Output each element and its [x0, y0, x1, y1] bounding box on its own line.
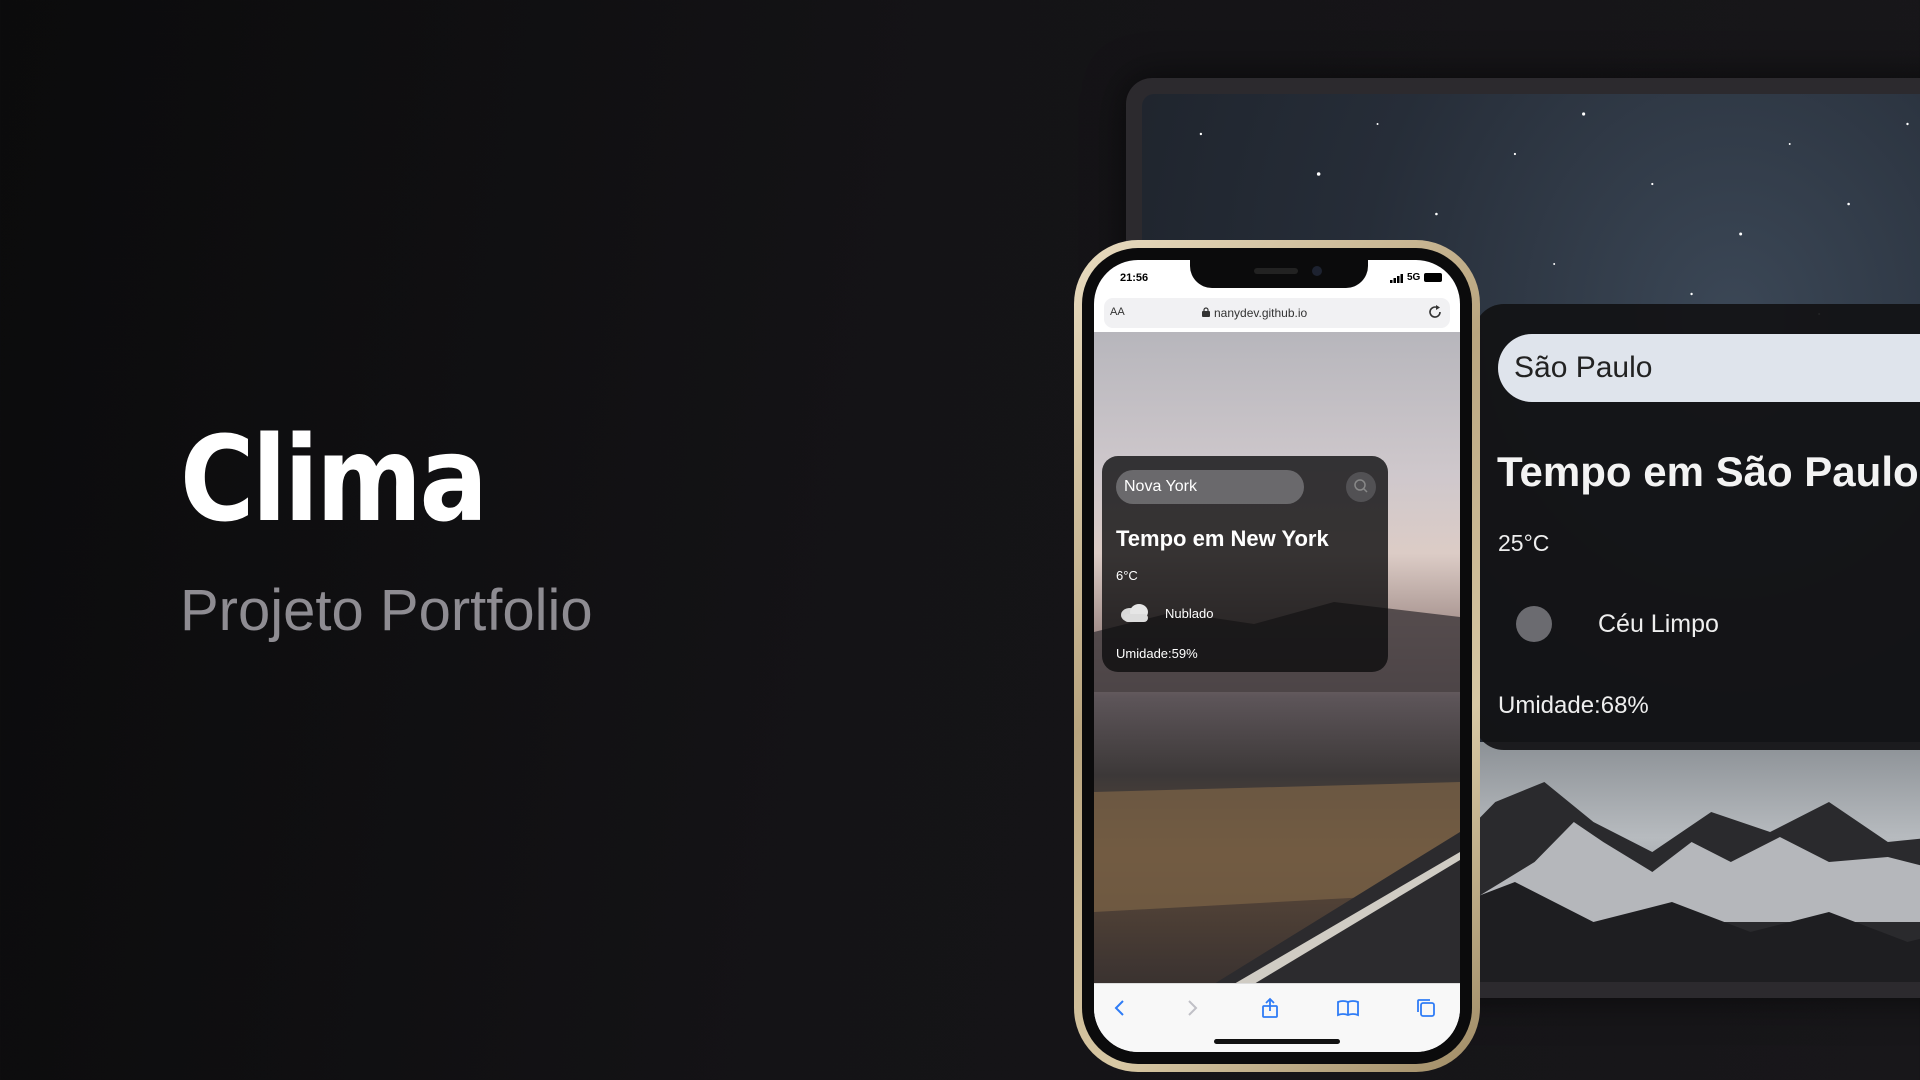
- url-text[interactable]: nanydev.github.io: [1214, 306, 1307, 320]
- phone-humidity: Umidade:59%: [1116, 646, 1198, 661]
- search-button[interactable]: [1346, 472, 1376, 502]
- phone-city-search-input[interactable]: Nova York: [1116, 470, 1304, 504]
- lock-icon: [1202, 307, 1210, 317]
- phone-weather-description: Nublado: [1165, 606, 1214, 621]
- tabs-icon[interactable]: [1414, 996, 1438, 1020]
- search-icon: [1354, 479, 1368, 493]
- desktop-weather-heading: Tempo em São Paulo: [1497, 448, 1919, 495]
- status-time: 21:56: [1120, 272, 1149, 284]
- desktop-temperature: 25°C: [1498, 530, 1550, 556]
- clear-sky-icon: [1516, 606, 1552, 642]
- cloud-icon: [1121, 604, 1148, 622]
- speaker: [1254, 268, 1298, 274]
- phone-screen: 21:56 5G AA nanydev.github.io Nova York …: [1094, 260, 1460, 1052]
- phone-mockup: 21:56 5G AA nanydev.github.io Nova York …: [1074, 240, 1480, 1072]
- network-type: 5G: [1407, 272, 1421, 283]
- desktop-weather-description: Céu Limpo: [1598, 610, 1719, 638]
- home-indicator: [1214, 1039, 1340, 1044]
- phone-temperature: 6°C: [1116, 568, 1138, 583]
- forward-icon[interactable]: [1180, 996, 1204, 1020]
- bookmarks-icon[interactable]: [1336, 996, 1360, 1020]
- signal-icon: [1390, 274, 1403, 283]
- camera: [1312, 266, 1322, 276]
- hero-title: Clima: [180, 410, 488, 548]
- desktop-humidity: Umidade:68%: [1498, 692, 1649, 719]
- text-size-button[interactable]: AA: [1110, 306, 1125, 318]
- phone-weather-heading: Tempo em New York: [1116, 526, 1329, 551]
- battery-icon: [1424, 273, 1442, 282]
- share-icon[interactable]: [1258, 996, 1282, 1020]
- desktop-city-search-input[interactable]: São Paulo: [1498, 334, 1920, 402]
- browser-toolbar: [1094, 983, 1460, 1052]
- back-icon[interactable]: [1108, 996, 1132, 1020]
- browser-address-bar[interactable]: AA nanydev.github.io: [1104, 298, 1450, 328]
- phone-notch: [1190, 260, 1368, 288]
- hero-subtitle: Projeto Portfolio: [180, 578, 593, 643]
- reload-icon[interactable]: [1426, 303, 1444, 321]
